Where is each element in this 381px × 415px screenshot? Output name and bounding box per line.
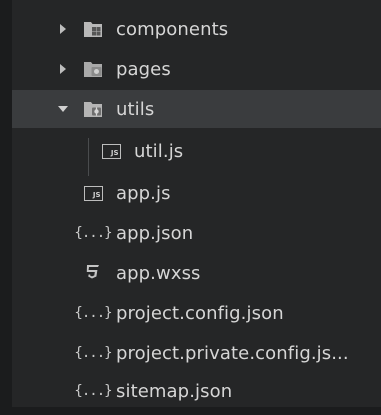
tree-item-project-private-config[interactable]: {...} project.private.config.js... <box>12 334 381 372</box>
tree-item-label: sitemap.json <box>116 380 233 402</box>
chevron-right-icon[interactable] <box>56 62 70 76</box>
json-file-icon: {...} <box>74 342 112 364</box>
js-badge-text: JS <box>83 185 103 201</box>
tree-item-label: app.js <box>116 182 171 204</box>
folder-open-icon <box>82 98 104 120</box>
tree-item-project-config-json[interactable]: {...} project.config.json <box>12 294 381 332</box>
tree-item-components[interactable]: components <box>12 10 381 48</box>
chevron-right-icon[interactable] <box>56 22 70 36</box>
json-file-icon: {...} <box>74 302 112 324</box>
css-file-icon <box>82 262 104 284</box>
file-tree: components pages utils JS util.js JS app… <box>12 8 381 402</box>
json-file-icon: {...} <box>74 222 112 244</box>
tree-item-app-json[interactable]: {...} app.json <box>12 214 381 252</box>
tree-item-label: util.js <box>134 140 184 162</box>
indent-guide <box>88 138 89 176</box>
tree-item-label: app.wxss <box>116 262 201 284</box>
tree-item-label: pages <box>116 58 171 80</box>
tree-item-label: project.config.json <box>116 302 284 324</box>
js-badge-text: JS <box>101 143 121 159</box>
tree-item-utils[interactable]: utils <box>12 90 381 128</box>
file-explorer-panel: components pages utils JS util.js JS app… <box>0 0 381 415</box>
tree-item-sitemap-json[interactable]: {...} sitemap.json <box>12 372 381 410</box>
panel-left-edge <box>0 0 12 415</box>
json-badge-text: {...} <box>74 305 112 321</box>
json-badge-text: {...} <box>74 383 112 399</box>
tree-item-label: components <box>116 18 229 40</box>
json-badge-text: {...} <box>74 225 112 241</box>
tree-item-util-js[interactable]: JS util.js <box>12 132 381 170</box>
json-badge-text: {...} <box>74 345 112 361</box>
js-file-icon: JS <box>82 182 104 204</box>
tree-item-app-js[interactable]: JS app.js <box>12 174 381 212</box>
tree-item-app-wxss[interactable]: app.wxss <box>12 254 381 292</box>
json-file-icon: {...} <box>74 380 112 402</box>
folder-icon <box>82 58 104 80</box>
tree-item-pages[interactable]: pages <box>12 50 381 88</box>
tree-item-label: app.json <box>116 222 194 244</box>
tree-item-label: project.private.config.js... <box>116 342 349 364</box>
js-file-icon: JS <box>100 140 122 162</box>
chevron-down-icon[interactable] <box>56 102 70 116</box>
folder-icon <box>82 18 104 40</box>
tree-item-label: utils <box>116 98 155 120</box>
